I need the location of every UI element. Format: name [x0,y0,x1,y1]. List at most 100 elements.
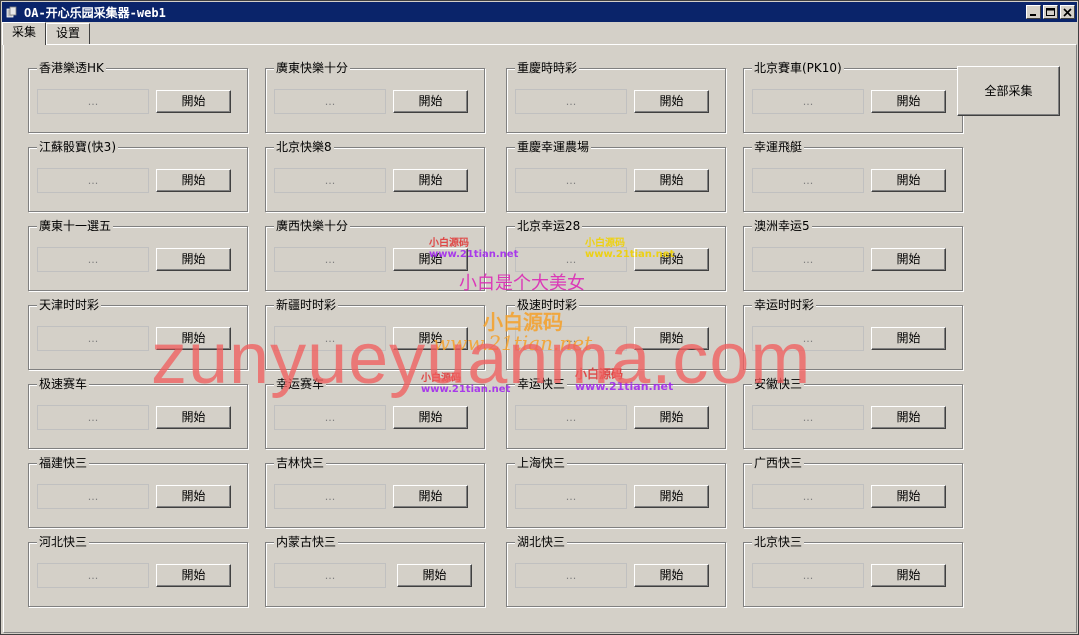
start-button[interactable]: 開始 [634,327,709,350]
start-button[interactable]: 開始 [634,406,709,429]
status-field: ... [37,326,149,351]
status-field: ... [274,247,386,272]
window-title: OA-开心乐园采集器-web1 [24,5,166,20]
collector-group: 江蘇骰寶(快3)... 開始 [28,140,248,212]
start-button[interactable]: 開始 [156,485,231,508]
start-button[interactable]: 開始 [634,564,709,587]
start-button[interactable]: 開始 [156,327,231,350]
collector-group: 北京幸运28... 開始 [506,219,726,291]
start-button[interactable]: 開始 [871,406,946,429]
group-title: 北京快三 [752,535,805,549]
group-title: 北京快樂8 [274,140,334,154]
group-title: 上海快三 [515,456,568,470]
start-button[interactable]: 開始 [871,327,946,350]
status-field: ... [515,89,627,114]
status-field: ... [752,563,864,588]
close-icon[interactable] [1060,5,1075,19]
collector-group: 北京快三... 開始 [743,535,963,607]
start-button[interactable]: 開始 [156,90,231,113]
group-title: 香港樂透HK [37,61,106,75]
group-title: 北京賽車(PK10) [752,61,844,75]
collector-group: 吉林快三... 開始 [265,456,485,528]
tab-collect[interactable]: 采集 [2,22,47,45]
minimize-icon[interactable] [1026,5,1041,19]
group-title: 重慶幸運農場 [515,140,592,154]
start-button[interactable]: 開始 [393,406,468,429]
start-button[interactable]: 開始 [393,248,468,271]
status-field: ... [274,326,386,351]
collector-group: 安徽快三... 開始 [743,377,963,449]
collector-group: 重慶時時彩... 開始 [506,61,726,133]
start-button[interactable]: 開始 [393,90,468,113]
collector-group: 极速时时彩... 開始 [506,298,726,370]
group-title: 湖北快三 [515,535,568,549]
start-button[interactable]: 開始 [156,248,231,271]
status-field: ... [515,563,627,588]
collector-group: 河北快三... 開始 [28,535,248,607]
collector-group: 新疆时时彩... 開始 [265,298,485,370]
collect-panel: 香港樂透HK... 開始 廣東快樂十分... 開始 重慶時時彩... 開始 北京賽車(PK1… [3,44,1077,633]
status-field: ... [752,484,864,509]
collect-all-button[interactable]: 全部采集 [957,66,1060,116]
start-button[interactable]: 開始 [156,564,231,587]
collector-group: 湖北快三... 開始 [506,535,726,607]
start-button[interactable]: 開始 [393,485,468,508]
group-title: 重慶時時彩 [515,61,580,75]
status-field: ... [515,484,627,509]
status-field: ... [274,563,386,588]
title-bar[interactable]: OA-开心乐园采集器-web1 [2,2,1077,22]
status-field: ... [752,247,864,272]
window-controls [1026,5,1075,19]
status-field: ... [515,247,627,272]
start-button[interactable]: 開始 [156,406,231,429]
app-icon [5,5,19,19]
start-button[interactable]: 開始 [871,248,946,271]
group-title: 幸运赛车 [274,377,327,391]
start-button[interactable]: 開始 [871,169,946,192]
status-field: ... [37,563,149,588]
group-title: 极速赛车 [37,377,90,391]
group-title: 澳洲幸运5 [752,219,812,233]
collector-group: 幸运时时彩... 開始 [743,298,963,370]
app-window: OA-开心乐园采集器-web1 采集 设置 香港樂透HK... 開始 廣東快樂十分.… [0,0,1079,635]
group-title: 北京幸运28 [515,219,583,233]
start-button[interactable]: 開始 [634,90,709,113]
start-button[interactable]: 開始 [871,564,946,587]
tab-settings[interactable]: 设置 [46,23,91,44]
collector-group: 幸运赛车... 開始 [265,377,485,449]
collector-group: 上海快三... 開始 [506,456,726,528]
group-title: 新疆时时彩 [274,298,339,312]
group-title: 廣東快樂十分 [274,61,351,75]
group-title: 内蒙古快三 [274,535,339,549]
collector-group: 极速赛车... 開始 [28,377,248,449]
start-button[interactable]: 開始 [397,564,472,587]
status-field: ... [37,484,149,509]
collector-group: 北京賽車(PK10)... 開始 [743,61,963,133]
status-field: ... [515,168,627,193]
status-field: ... [37,405,149,430]
group-title: 吉林快三 [274,456,327,470]
tab-strip: 采集 设置 [2,22,91,45]
group-title: 廣西快樂十分 [274,219,351,233]
group-title: 河北快三 [37,535,90,549]
collector-group: 廣西快樂十分... 開始 [265,219,485,291]
start-button[interactable]: 開始 [634,485,709,508]
collector-group: 内蒙古快三... 開始 [265,535,485,607]
start-button[interactable]: 開始 [871,485,946,508]
status-field: ... [37,168,149,193]
group-title: 幸運飛艇 [752,140,805,154]
start-button[interactable]: 開始 [871,90,946,113]
start-button[interactable]: 開始 [393,169,468,192]
status-field: ... [752,405,864,430]
group-title: 天津时时彩 [37,298,102,312]
collector-group: 天津时时彩... 開始 [28,298,248,370]
start-button[interactable]: 開始 [393,327,468,350]
start-button[interactable]: 開始 [156,169,231,192]
start-button[interactable]: 開始 [634,169,709,192]
maximize-icon[interactable] [1043,5,1058,19]
group-title: 福建快三 [37,456,90,470]
start-button[interactable]: 開始 [634,248,709,271]
status-field: ... [37,247,149,272]
collector-group: 香港樂透HK... 開始 [28,61,248,133]
group-title: 广西快三 [752,456,805,470]
